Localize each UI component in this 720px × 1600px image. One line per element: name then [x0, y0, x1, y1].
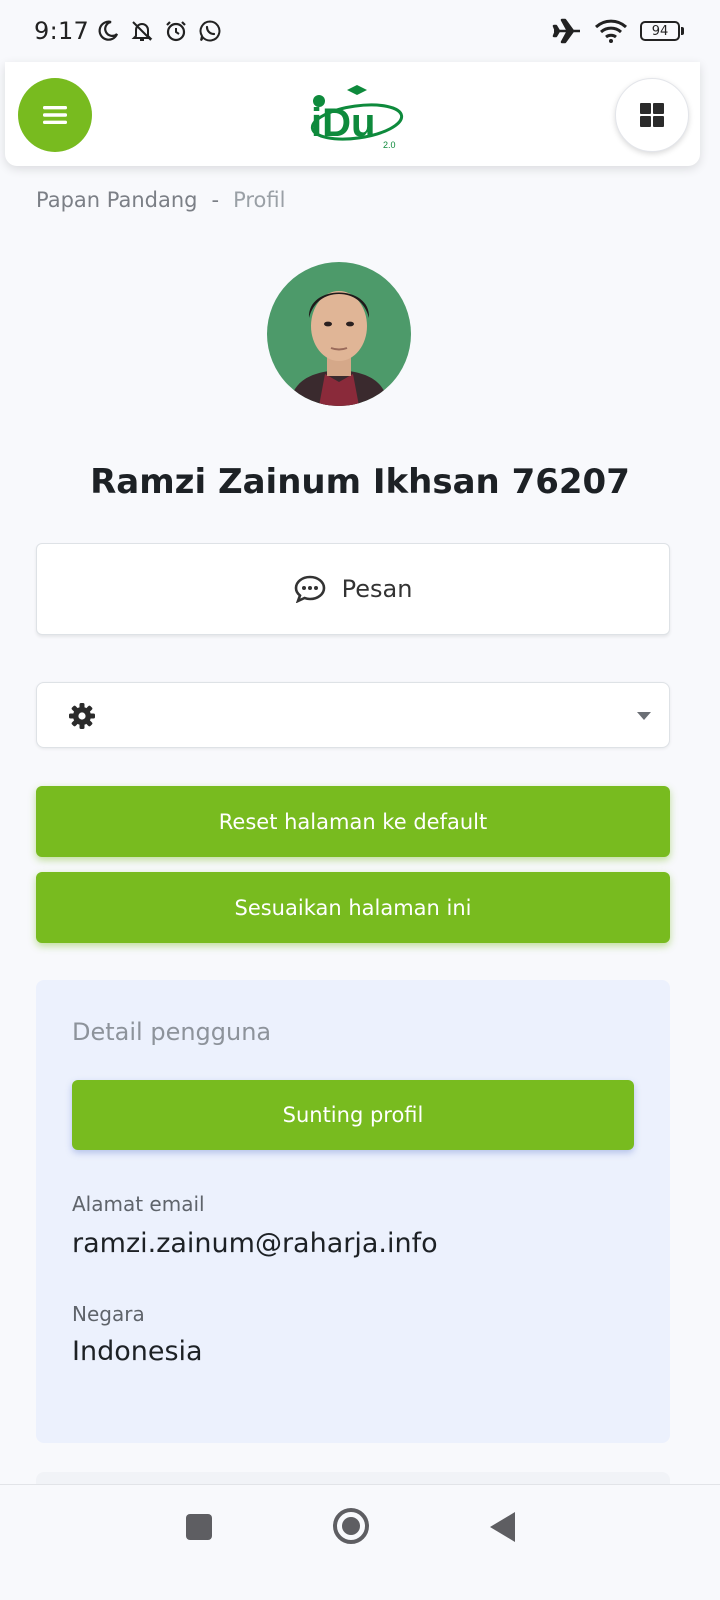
recent-apps-button[interactable]: [186, 1514, 212, 1540]
back-button[interactable]: [490, 1512, 515, 1542]
customize-page-button[interactable]: Sesuaikan halaman ini: [36, 872, 670, 943]
logo-text: iDu: [311, 101, 375, 145]
alarm-icon: [166, 21, 186, 42]
battery-level: 94: [640, 21, 680, 41]
grid-icon: [640, 103, 664, 127]
logo-version: 2.0: [383, 140, 396, 150]
chat-icon: [294, 575, 325, 603]
profile-avatar: [267, 262, 411, 406]
breadcrumb-current: Profil: [233, 188, 286, 212]
breadcrumb-home-link[interactable]: Papan Pandang: [36, 188, 198, 212]
chevron-down-icon: [637, 712, 651, 720]
home-button[interactable]: [333, 1508, 369, 1544]
bell-off-icon: [131, 21, 153, 41]
moon-icon: [98, 20, 119, 41]
message-button-label: Pesan: [341, 575, 413, 603]
user-details-card: Detail pengguna Sunting profil Alamat em…: [36, 980, 670, 1443]
status-left: 9:17: [34, 17, 222, 45]
page-actions-dropdown[interactable]: [36, 682, 670, 748]
wifi-icon: [594, 19, 628, 43]
email-label: Alamat email: [72, 1192, 205, 1216]
status-right: 94: [552, 18, 684, 44]
app-header: iDu 2.0: [5, 62, 700, 166]
status-notification-icons: [96, 19, 222, 43]
status-time: 9:17: [34, 17, 90, 45]
message-button[interactable]: Pesan: [36, 543, 670, 635]
email-value[interactable]: ramzi.zainum@raharja.info: [72, 1228, 438, 1259]
battery-tip: [681, 27, 684, 35]
profile-name: Ramzi Zainum Ikhsan 76207: [90, 462, 630, 502]
reset-page-button[interactable]: Reset halaman ke default: [36, 786, 670, 857]
gear-icon: [69, 703, 95, 729]
breadcrumb-separator: -: [211, 188, 220, 212]
edit-profile-button[interactable]: Sunting profil: [72, 1080, 634, 1150]
menu-button[interactable]: [18, 78, 92, 152]
system-navigation-bar: [0, 1484, 720, 1600]
airplane-icon: [552, 18, 580, 44]
country-label: Negara: [72, 1302, 145, 1326]
status-bar: 9:17 94: [0, 0, 720, 62]
breadcrumb: Papan Pandang - Profil: [36, 188, 285, 212]
country-value: Indonesia: [72, 1336, 203, 1367]
home-dot-icon: [342, 1517, 360, 1535]
hamburger-icon: [43, 106, 67, 124]
user-details-title: Detail pengguna: [72, 1018, 272, 1046]
idu-logo: iDu 2.0: [310, 85, 404, 150]
whatsapp-icon: [199, 20, 221, 42]
apps-grid-button[interactable]: [615, 78, 689, 152]
battery-icon: 94: [640, 21, 684, 41]
